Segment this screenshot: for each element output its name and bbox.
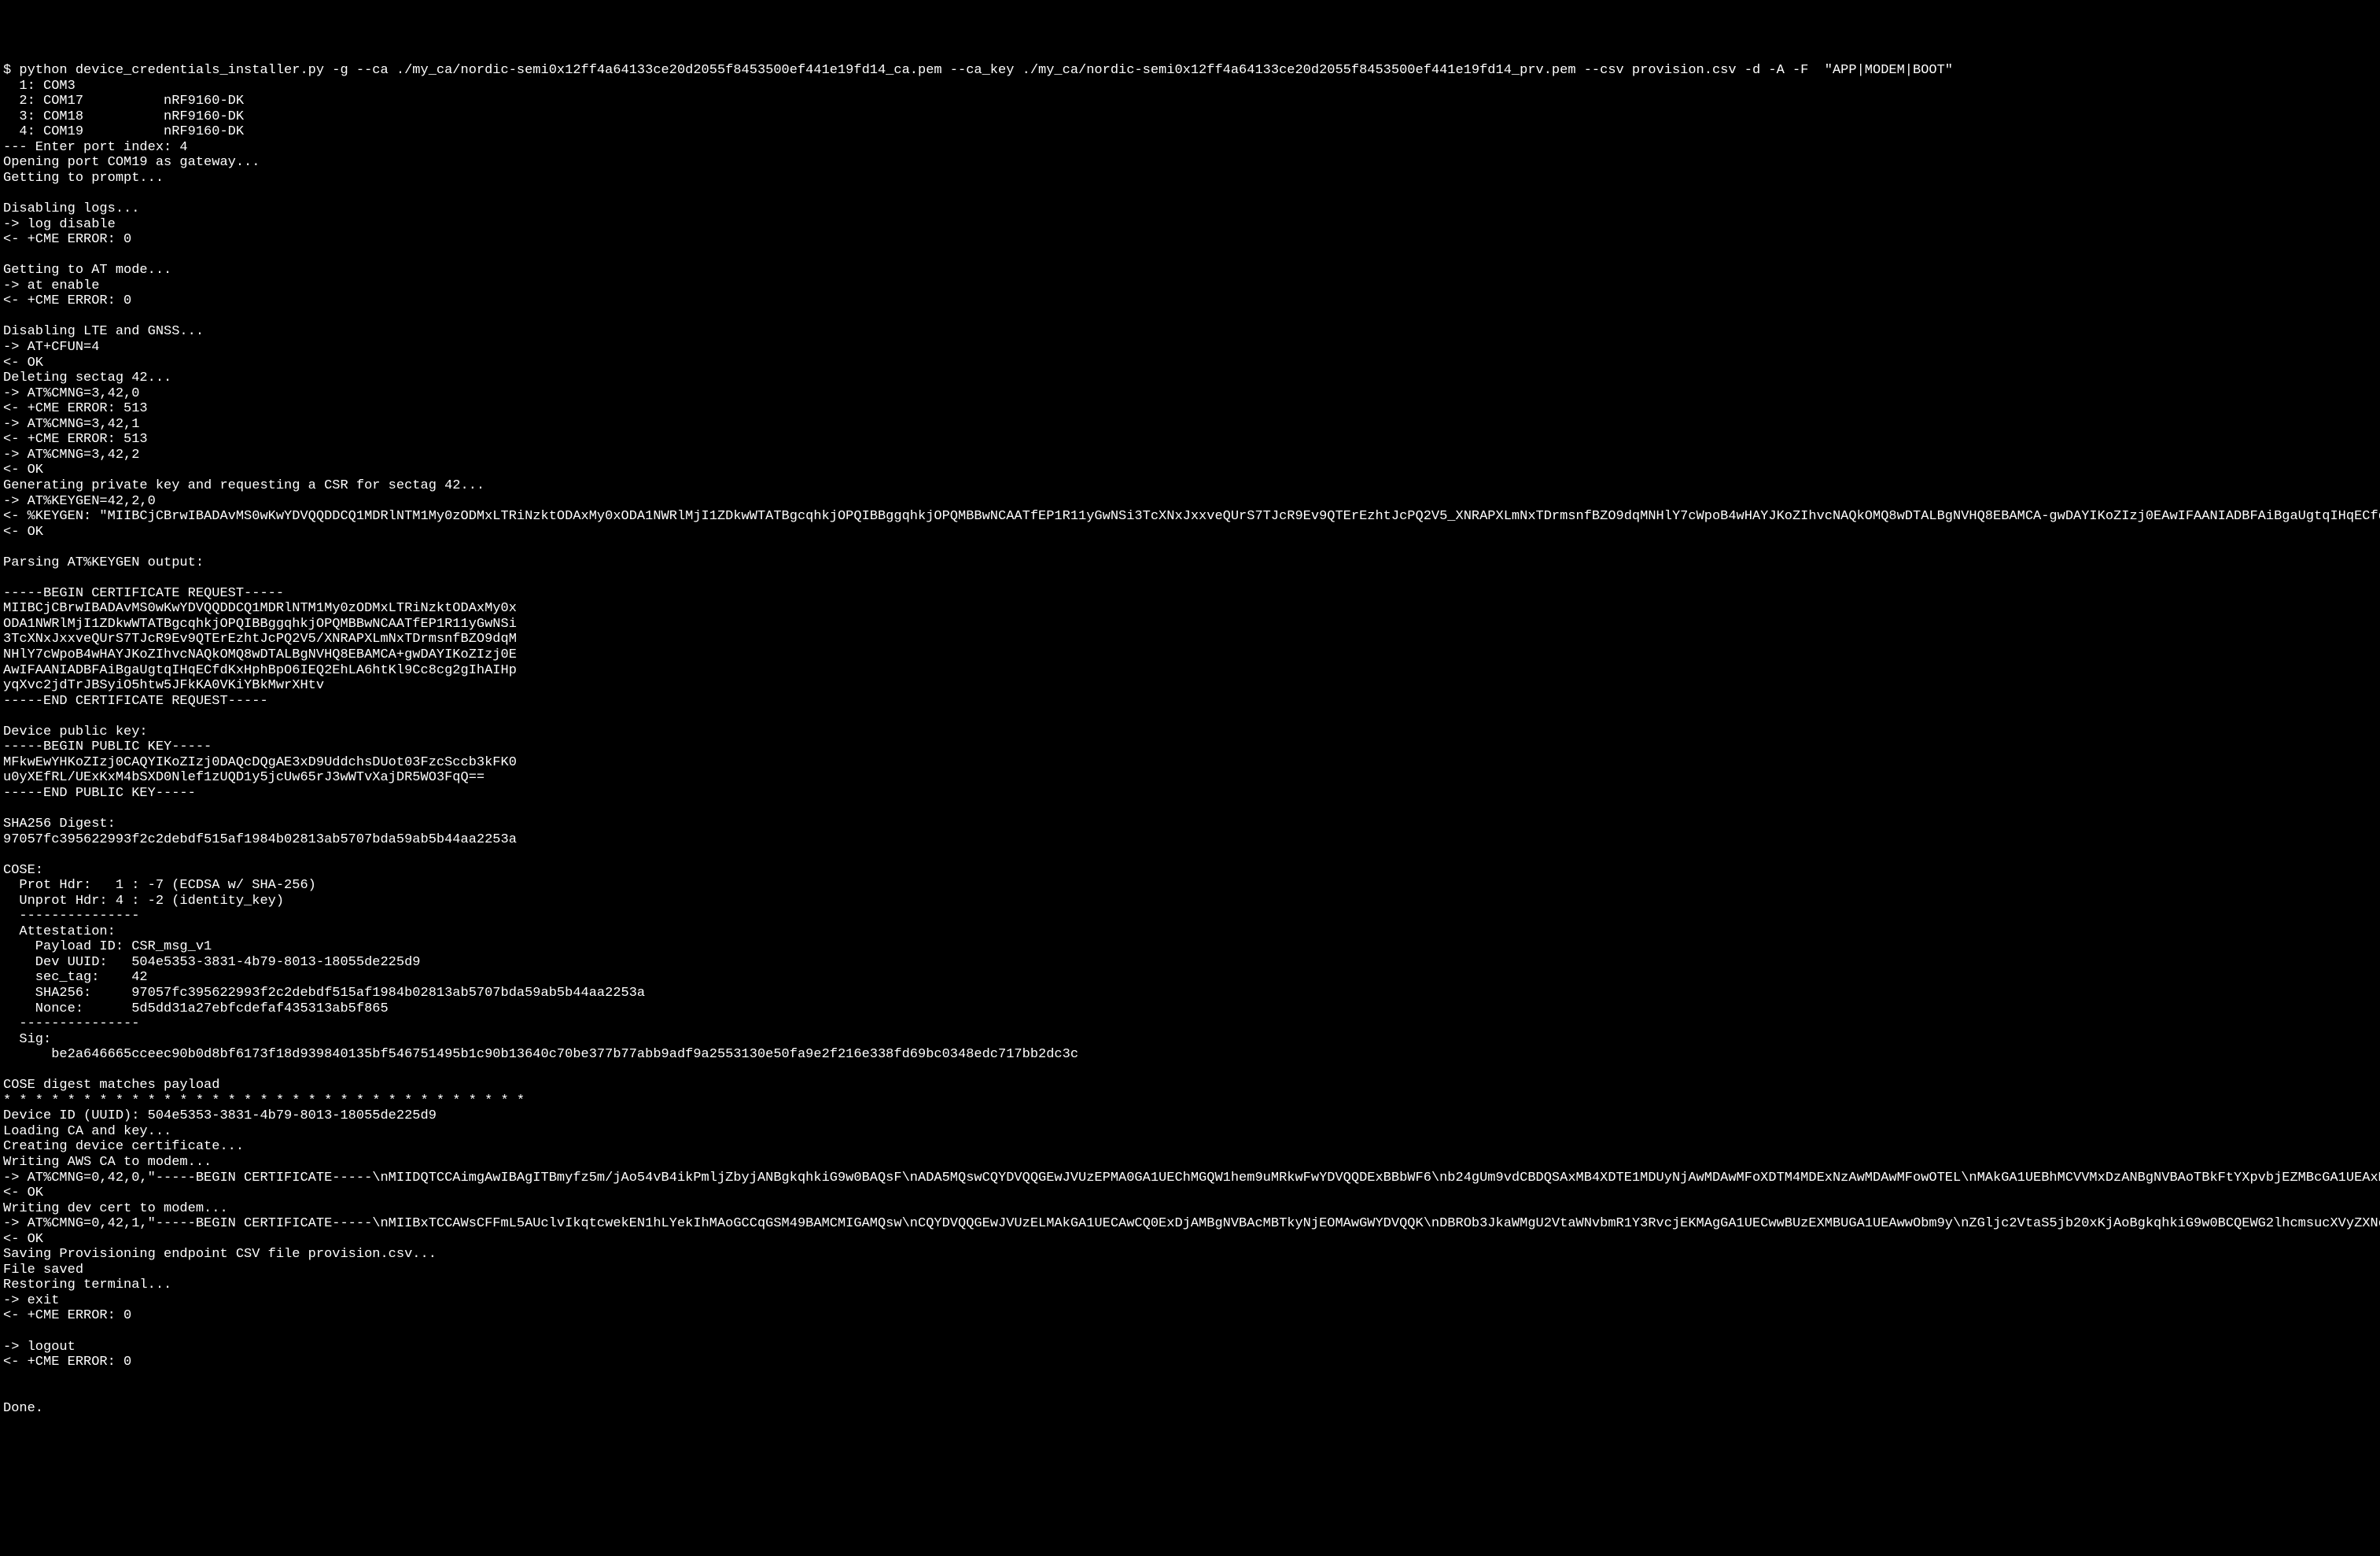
terminal-output: $ python device_credentials_installer.py… (3, 63, 2377, 1416)
